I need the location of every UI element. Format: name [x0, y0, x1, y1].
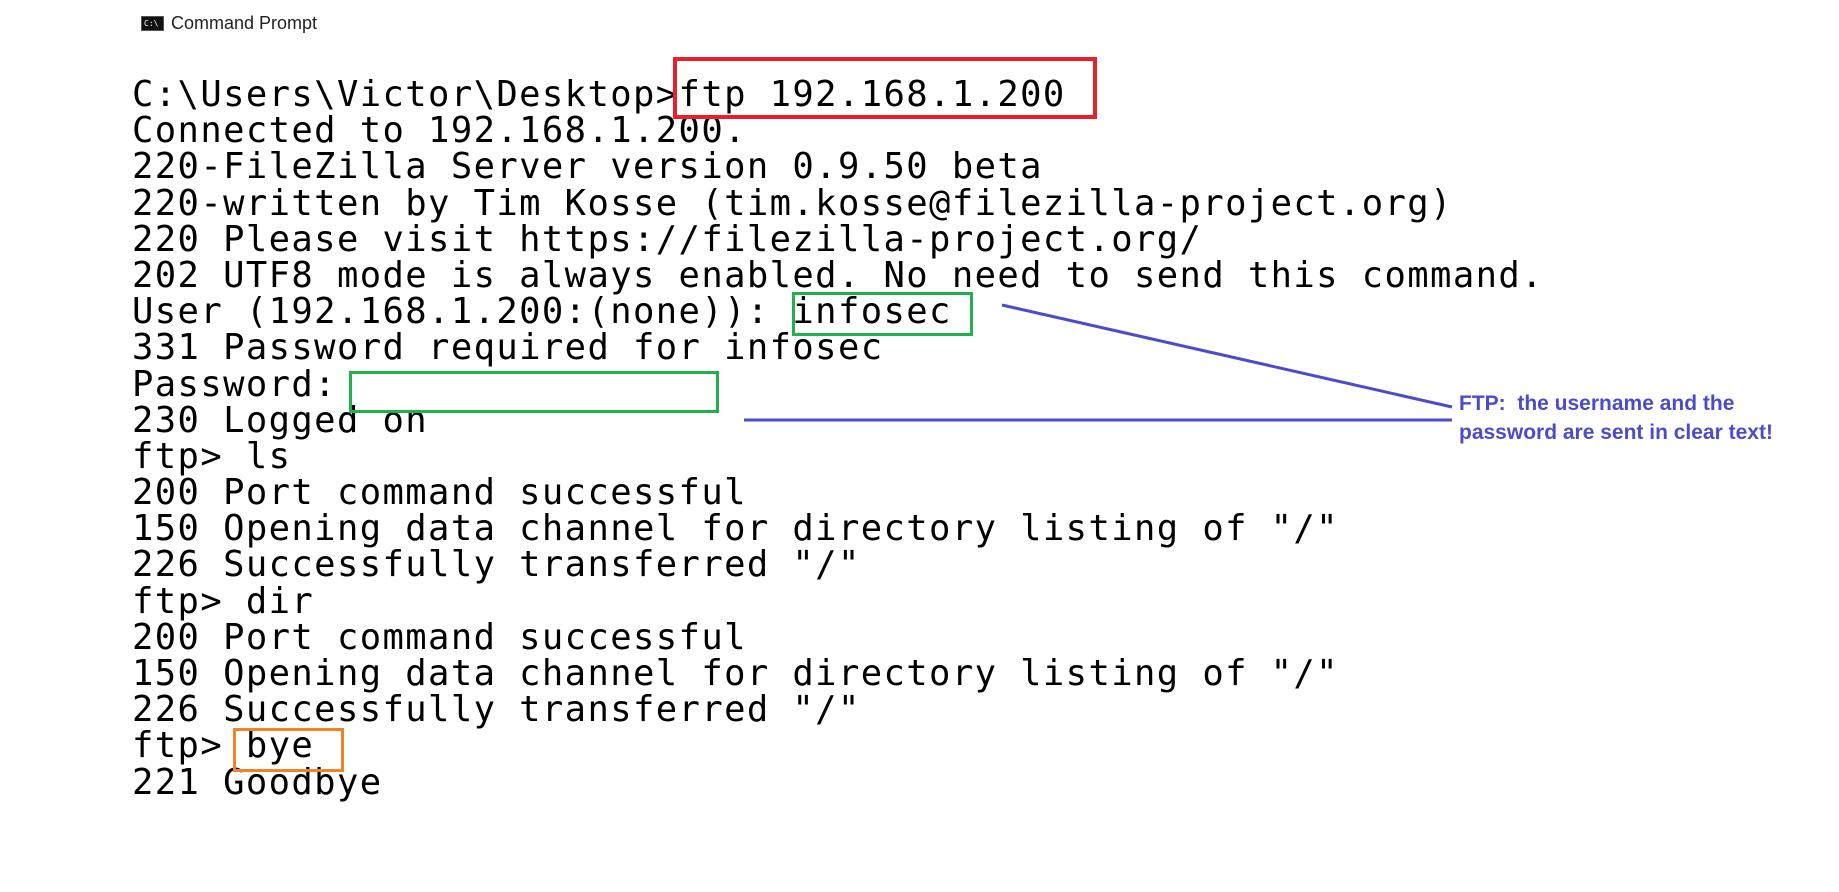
annotation-note: FTP: the username and the password are s… — [1459, 389, 1773, 447]
annotation-line: FTP: the username and the — [1459, 392, 1735, 415]
annotation-line: password are sent in clear text! — [1459, 421, 1773, 444]
username-arrow-line — [1001, 303, 1453, 409]
